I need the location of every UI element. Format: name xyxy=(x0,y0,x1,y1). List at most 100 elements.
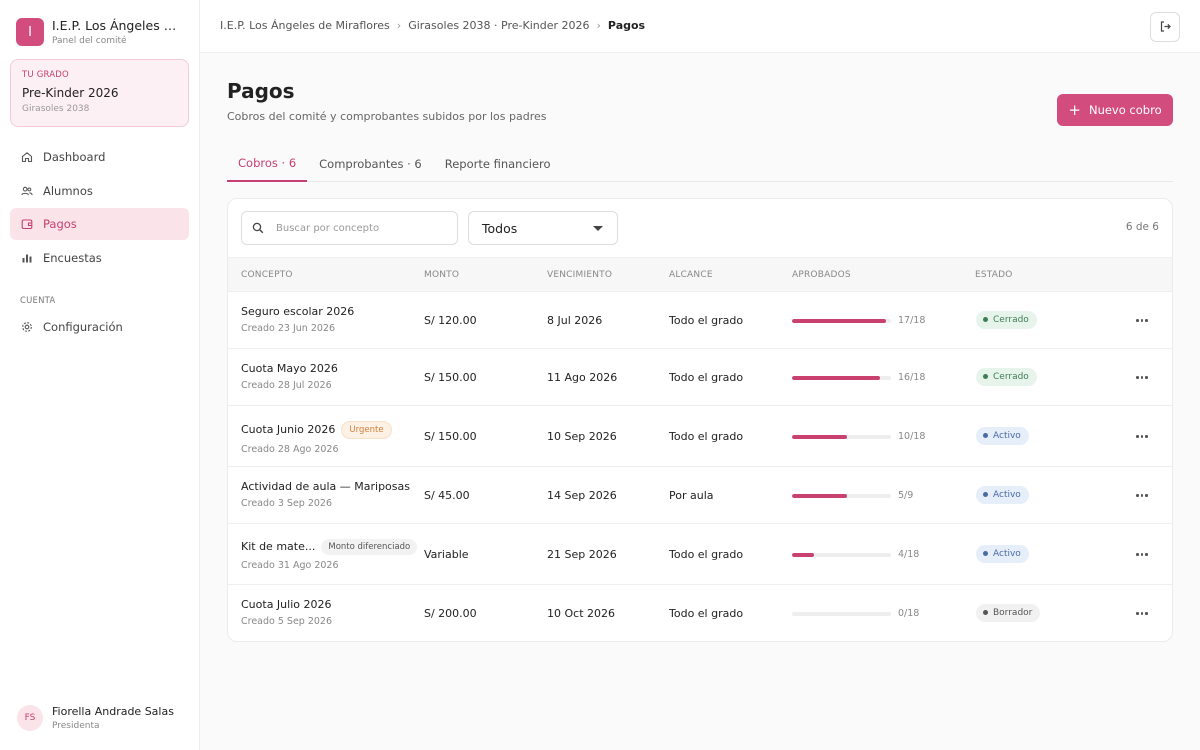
sidebar-item-label: Configuración xyxy=(43,320,123,334)
grade-card[interactable]: TU GRADO Pre-Kinder 2026 Girasoles 2038 xyxy=(10,59,189,127)
more-icon-dot xyxy=(1145,553,1148,556)
status-badge: Cerrado xyxy=(976,367,1037,386)
table-row[interactable]: Actividad de aula — Mariposas Creado 3 S… xyxy=(228,467,1172,524)
approved-ratio: 4/18 xyxy=(898,548,920,560)
table-row[interactable]: Seguro escolar 2026 Creado 23 Jun 2026 S… xyxy=(228,292,1172,349)
scope-cell: Todo el grado xyxy=(669,606,744,620)
approved-progress-bar xyxy=(792,552,891,557)
row-tag: Monto diferenciado xyxy=(321,538,418,555)
sidebar-item-configuracion[interactable]: Configuración xyxy=(10,311,189,343)
row-actions-button[interactable] xyxy=(1132,607,1152,621)
chevron-right-icon: › xyxy=(396,19,402,32)
concept-cell: Seguro escolar 2026 Creado 23 Jun 2026 xyxy=(241,305,354,334)
logout-button[interactable] xyxy=(1150,12,1180,42)
table-row[interactable]: Kit de mate... Monto diferenciado Creado … xyxy=(228,524,1172,585)
concept-created: Creado 28 Ago 2026 xyxy=(241,443,339,455)
more-icon-dot xyxy=(1140,319,1144,322)
search-input[interactable] xyxy=(276,222,446,234)
page-title: Pagos xyxy=(227,79,295,103)
breadcrumb: I.E.P. Los Ángeles de Miraflores › Girasol… xyxy=(220,19,645,32)
row-actions-button[interactable] xyxy=(1132,314,1152,328)
concept-created: Creado 23 Jun 2026 xyxy=(241,322,336,334)
tab-reporte-financiero[interactable]: Reporte financiero xyxy=(434,145,562,182)
approved-progress-fill xyxy=(792,493,847,498)
charges-card: Todos 6 de 6 CONCEPTO MONTO VENCIMIENTO … xyxy=(227,198,1173,642)
sidebar-nav: Dashboard Alumnos Pagos Encuestas xyxy=(10,141,189,275)
table-row[interactable]: Cuota Julio 2026 Creado 5 Sep 2026 S/ 20… xyxy=(228,585,1172,641)
more-icon-dot xyxy=(1140,435,1144,438)
column-header-monto: MONTO xyxy=(424,270,460,280)
sidebar-item-dashboard[interactable]: Dashboard xyxy=(10,141,189,173)
tab-comprobantes[interactable]: Comprobantes · 6 xyxy=(308,145,433,182)
more-icon-dot xyxy=(1145,376,1148,379)
concept-cell: Cuota Junio 2026 Urgente Creado 28 Ago 20… xyxy=(241,420,392,455)
concept-created: Creado 31 Ago 2026 xyxy=(241,559,339,571)
concept-title: Cuota Julio 2026 xyxy=(241,597,332,611)
gear-icon xyxy=(21,321,33,333)
due-date-cell: 14 Sep 2026 xyxy=(547,488,617,502)
scope-cell: Por aula xyxy=(669,488,714,502)
concept-created: Creado 28 Jul 2026 xyxy=(241,379,332,391)
concept-title: Actividad de aula — Mariposas xyxy=(241,479,410,493)
row-tag: Urgente xyxy=(341,420,392,439)
user-profile[interactable]: FS Fiorella Andrade Salas Presidenta xyxy=(17,705,174,731)
bar-chart-icon xyxy=(21,252,33,264)
column-header-alcance: ALCANCE xyxy=(669,270,713,280)
scope-cell: Todo el grado xyxy=(669,429,744,443)
approved-ratio: 16/18 xyxy=(898,371,926,383)
due-date-cell: 10 Sep 2026 xyxy=(547,429,617,443)
row-actions-button[interactable] xyxy=(1132,430,1152,444)
status-badge: Activo xyxy=(976,485,1029,504)
brand-subtitle: Panel del comité xyxy=(52,36,127,46)
row-actions-button[interactable] xyxy=(1132,489,1152,503)
approved-progress-fill xyxy=(792,434,847,439)
status-filter-select[interactable]: Todos xyxy=(468,211,618,245)
approved-progress-bar xyxy=(792,493,891,498)
table-row[interactable]: Cuota Junio 2026 Urgente Creado 28 Ago 20… xyxy=(228,406,1172,467)
more-icon-dot xyxy=(1140,553,1144,556)
amount-cell: S/ 45.00 xyxy=(424,488,470,502)
approved-progress-bar xyxy=(792,375,891,380)
approved-progress-bar xyxy=(792,611,891,616)
column-header-estado: ESTADO xyxy=(975,270,1013,280)
scope-cell: Todo el grado xyxy=(669,547,744,561)
concept-created: Creado 3 Sep 2026 xyxy=(241,497,333,509)
grade-kicker: TU GRADO xyxy=(22,70,69,80)
approved-progress-bar xyxy=(792,318,891,323)
column-header-concepto: CONCEPTO xyxy=(241,270,293,280)
due-date-cell: 10 Oct 2026 xyxy=(547,606,616,620)
row-actions-button[interactable] xyxy=(1132,371,1152,385)
row-actions-button[interactable] xyxy=(1132,548,1152,562)
breadcrumb-item-school[interactable]: I.E.P. Los Ángeles de Miraflores xyxy=(220,19,390,32)
sidebar-item-label: Dashboard xyxy=(43,150,106,164)
sidebar-item-pagos[interactable]: Pagos xyxy=(10,208,189,240)
sidebar-item-alumnos[interactable]: Alumnos xyxy=(10,175,189,207)
amount-cell: S/ 120.00 xyxy=(424,313,477,327)
approved-progress-fill xyxy=(792,375,880,380)
concept-created: Creado 5 Sep 2026 xyxy=(241,615,333,627)
search-box[interactable] xyxy=(241,211,458,245)
sidebar: I I.E.P. Los Ángeles de Miraflores Panel… xyxy=(0,0,200,750)
more-icon-dot xyxy=(1136,553,1139,556)
scope-cell: Todo el grado xyxy=(669,313,744,327)
brand-name: I.E.P. Los Ángeles de Miraflores xyxy=(52,18,182,33)
plus-icon: + xyxy=(1068,100,1081,119)
sidebar-item-label: Alumnos xyxy=(43,183,93,198)
more-icon-dot xyxy=(1136,494,1139,497)
approved-progress-bar xyxy=(792,434,891,439)
user-name: Fiorella Andrade Salas xyxy=(52,705,174,718)
table-row[interactable]: Cuota Mayo 2026 Creado 28 Jul 2026 S/ 15… xyxy=(228,349,1172,406)
concept-cell: Actividad de aula — Mariposas Creado 3 S… xyxy=(241,480,410,509)
breadcrumb-item-current: Pagos xyxy=(607,19,646,32)
wallet-icon xyxy=(21,218,33,230)
new-charge-button[interactable]: + Nuevo cobro xyxy=(1057,94,1173,126)
sidebar-item-encuestas[interactable]: Encuestas xyxy=(10,242,189,274)
tab-cobros[interactable]: Cobros · 6 xyxy=(227,145,308,182)
more-icon-dot xyxy=(1140,376,1144,379)
approved-ratio: 17/18 xyxy=(898,314,926,326)
brand[interactable]: I I.E.P. Los Ángeles de Miraflores Panel… xyxy=(16,18,182,46)
concept-title: Cuota Mayo 2026 xyxy=(241,361,338,375)
more-icon-dot xyxy=(1136,435,1139,438)
approved-progress-fill xyxy=(792,318,886,323)
breadcrumb-item-grade[interactable]: Girasoles 2038 · Pre-Kinder 2026 xyxy=(408,19,589,32)
